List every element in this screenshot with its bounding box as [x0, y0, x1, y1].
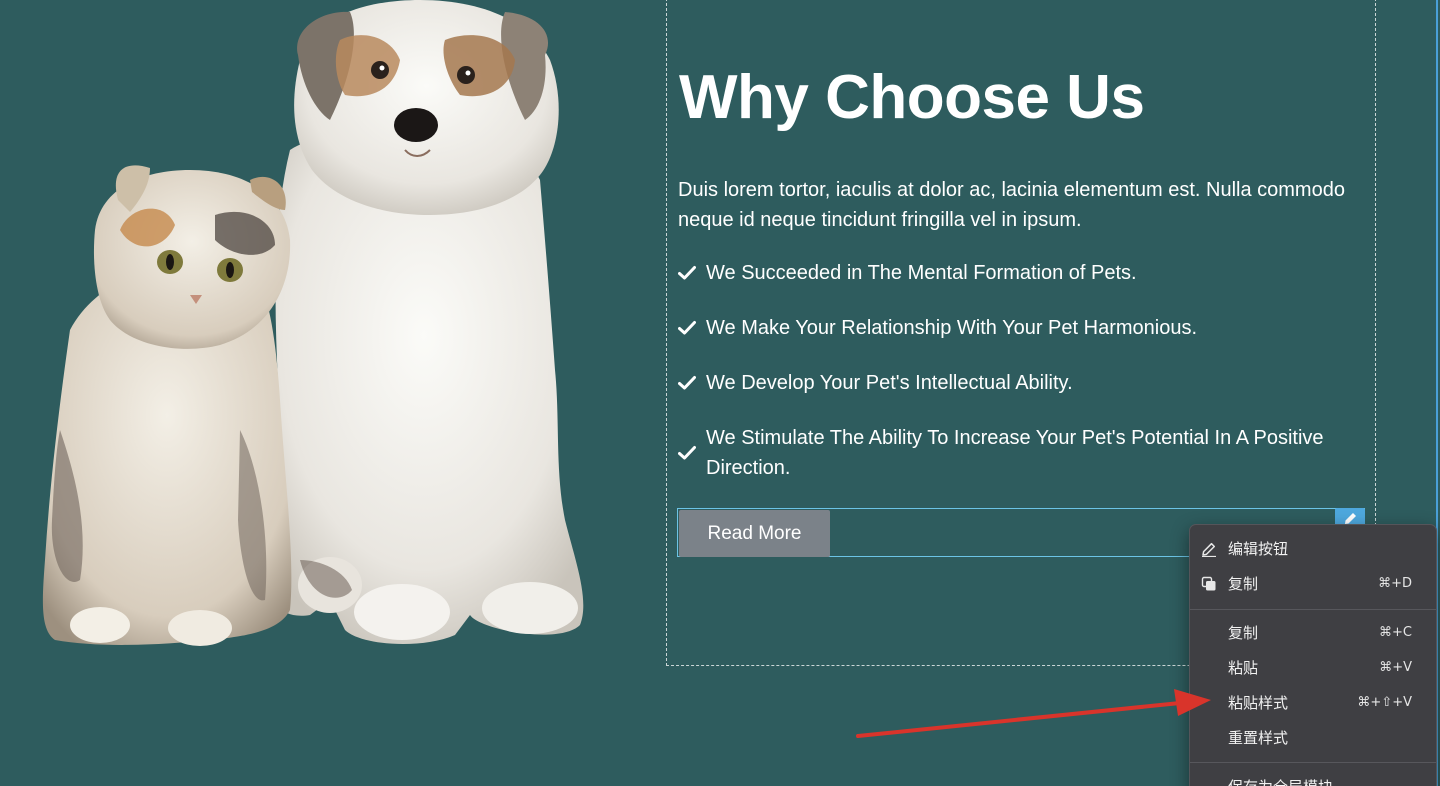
feature-text: We Make Your Relationship With Your Pet … — [706, 317, 1198, 339]
duplicate-icon — [1201, 576, 1216, 591]
check-icon — [678, 321, 696, 335]
menu-item-shortcut: ⌘+C — [1379, 625, 1412, 640]
menu-item-label: 粘贴样式 — [1228, 694, 1289, 712]
kitten — [42, 165, 292, 646]
menu-item-paste-style[interactable]: 粘贴样式 ⌘+⇧+V — [1190, 687, 1436, 719]
context-menu: 编辑按钮 复制 ⌘+D 复制 ⌘+C 粘贴 ⌘+V 粘贴样式 ⌘+⇧+V 重置样… — [1189, 524, 1437, 786]
menu-item-label: 粘贴 — [1228, 659, 1259, 677]
section-heading: Why Choose Us — [679, 63, 1145, 132]
pets-photo — [42, 0, 584, 646]
check-icon — [678, 376, 696, 390]
list-item: We Make Your Relationship With Your Pet … — [678, 313, 1368, 343]
list-item: We Stimulate The Ability To Increase You… — [678, 423, 1368, 483]
check-icon — [678, 266, 696, 280]
pencil-icon — [1202, 542, 1216, 557]
feature-text: We Succeeded in The Mental Formation of … — [706, 262, 1137, 284]
menu-item-label: 复制 — [1228, 575, 1259, 593]
feature-list: We Succeeded in The Mental Formation of … — [678, 258, 1368, 508]
menu-item-copy[interactable]: 复制 ⌘+C — [1190, 617, 1436, 649]
menu-separator — [1190, 762, 1436, 763]
menu-item-save-global-module[interactable]: 保存为全局模块 — [1190, 771, 1436, 786]
menu-item-reset-style[interactable]: 重置样式 — [1190, 722, 1436, 754]
menu-item-label: 保存为全局模块 — [1228, 778, 1333, 786]
menu-item-paste[interactable]: 粘贴 ⌘+V — [1190, 652, 1436, 684]
intro-text: Duis lorem tortor, iaculis at dolor ac, … — [678, 179, 1345, 231]
menu-item-label: 编辑按钮 — [1228, 540, 1289, 558]
menu-item-shortcut: ⌘+D — [1378, 576, 1412, 591]
menu-item-edit-button[interactable]: 编辑按钮 — [1190, 533, 1436, 565]
menu-item-shortcut: ⌘+⇧+V — [1357, 695, 1412, 710]
check-icon — [678, 446, 696, 460]
menu-item-label: 复制 — [1228, 624, 1259, 642]
puppy — [264, 0, 584, 645]
menu-item-shortcut: ⌘+V — [1379, 660, 1412, 675]
menu-item-label: 重置样式 — [1228, 729, 1289, 747]
feature-text: We Stimulate The Ability To Increase You… — [706, 427, 1324, 479]
list-item: We Succeeded in The Mental Formation of … — [678, 258, 1368, 288]
feature-text: We Develop Your Pet's Intellectual Abili… — [706, 372, 1073, 394]
page-canvas: Why Choose Us Duis lorem tortor, iaculis… — [0, 0, 1440, 786]
menu-separator — [1190, 609, 1436, 610]
menu-item-duplicate[interactable]: 复制 ⌘+D — [1190, 568, 1436, 600]
read-more-button[interactable]: Read More — [679, 510, 830, 557]
list-item: We Develop Your Pet's Intellectual Abili… — [678, 368, 1368, 398]
